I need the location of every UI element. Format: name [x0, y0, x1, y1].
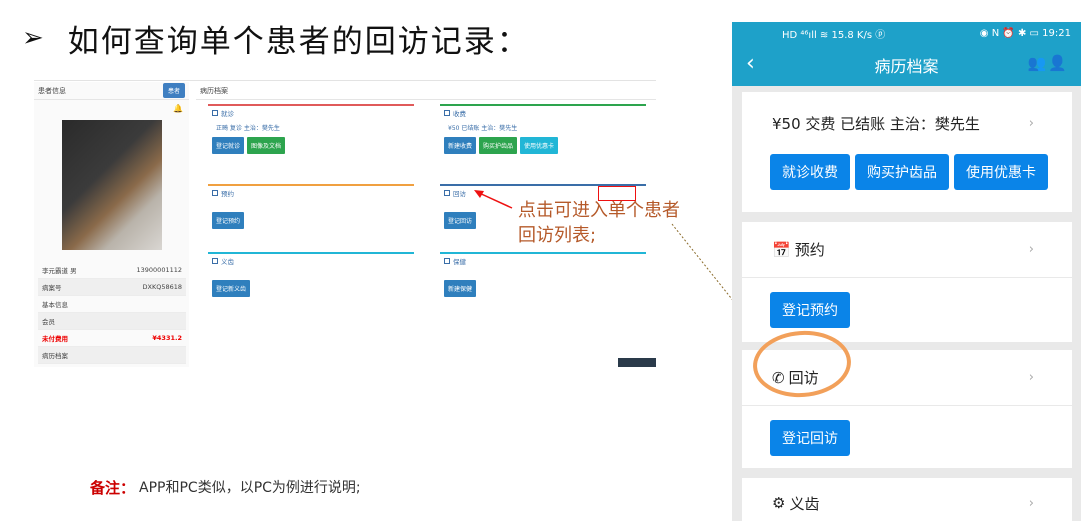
register-followup-button[interactable]: 登记回访: [770, 420, 850, 456]
chevron-right-icon: ›: [1028, 242, 1034, 257]
phone-screenshot: HD ⁴⁶ıll ≋ 15.8 K/s ⓟ ◉ N ⏰ ✱ ▭ 19:21 ‹ …: [732, 22, 1081, 521]
back-chevron-icon[interactable]: ‹: [746, 51, 755, 76]
chevron-right-icon: ›: [1028, 115, 1034, 131]
visit-fee-button[interactable]: 就诊收费: [770, 154, 850, 190]
callout-arrow-line: [476, 191, 513, 209]
status-left: HD ⁴⁶ıll ≋ 15.8 K/s ⓟ: [782, 29, 886, 41]
status-bar: HD ⁴⁶ıll ≋ 15.8 K/s ⓟ ◉ N ⏰ ✱ ▭ 19:21: [732, 22, 1081, 44]
tooth-title: 义齿: [789, 494, 820, 513]
gear-icon: ⚙: [772, 494, 786, 512]
fee-row[interactable]: ¥50 交费 已结账 主治：樊先生 ›: [742, 92, 1072, 154]
nav-bar: ‹ 病历档案 👥👤: [732, 44, 1081, 86]
buy-care-button[interactable]: 购买护齿品: [855, 154, 949, 190]
fee-line: ¥50 交费 已结账 主治：樊先生: [772, 114, 980, 133]
note: 备注： APP和PC类似，以PC为例进行说明;: [90, 477, 361, 498]
annotation-text: 点击可进入单个患者回访列表;: [518, 200, 680, 246]
appt-title: 预约: [794, 241, 825, 259]
note-label: 备注：: [90, 479, 136, 497]
denture-header[interactable]: ⚙ 义齿 ›: [742, 478, 1072, 521]
status-right: ◉ N ⏰ ✱ ▭ 19:21: [979, 27, 1071, 39]
note-text: APP和PC类似，以PC为例进行说明;: [139, 480, 361, 496]
register-appt-button[interactable]: 登记预约: [770, 292, 850, 328]
chevron-right-icon: ›: [1028, 370, 1034, 385]
fee-card: ¥50 交费 已结账 主治：樊先生 › 就诊收费 购买护齿品 使用优惠卡: [742, 92, 1072, 212]
followup-body: 登记回访: [742, 406, 1072, 468]
chevron-right-icon: ›: [1028, 495, 1034, 511]
users-icon[interactable]: 👥👤: [1028, 54, 1069, 72]
nav-title: 病历档案: [874, 57, 939, 76]
use-coupon-button[interactable]: 使用优惠卡: [954, 154, 1048, 190]
appointment-header[interactable]: 📅 预约 ›: [742, 222, 1072, 277]
calendar-icon: 📅: [772, 240, 791, 259]
